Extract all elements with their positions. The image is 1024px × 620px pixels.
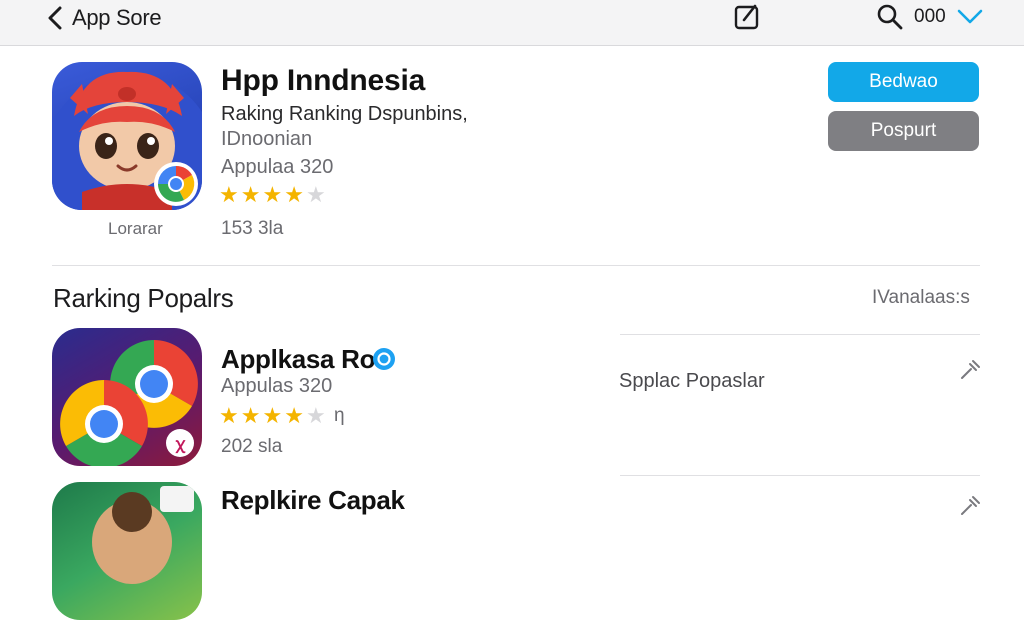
star-empty-icon: ★ xyxy=(305,182,326,207)
star-icon: ★ xyxy=(219,403,239,428)
row-app-icon[interactable]: ꭓ xyxy=(52,328,202,466)
mascot-illustration xyxy=(52,71,202,210)
star-icon: ★ xyxy=(240,182,261,207)
top-navigation-bar: App Sore 000 xyxy=(0,0,1024,46)
search-count: 000 xyxy=(914,6,946,27)
hero-rating-stars: ★ ★ ★ ★ ★ xyxy=(219,184,326,206)
hero-app-title[interactable]: Hpp Inndnesia xyxy=(221,64,425,98)
verified-badge-icon xyxy=(373,348,395,370)
compose-icon[interactable] xyxy=(732,2,762,32)
hero-subtitle: Raking Ranking Dspunbins, xyxy=(221,103,468,125)
back-label: App Sore xyxy=(72,5,162,30)
row-review-count: 202 sla xyxy=(221,436,283,457)
hero-meta: Appulaa 320 xyxy=(221,156,334,178)
hero-developer: IDnoonian xyxy=(221,128,313,150)
side-divider xyxy=(620,334,980,335)
star-icon: ★ xyxy=(262,403,283,428)
svg-text:ꭓ: ꭓ xyxy=(175,434,186,454)
chevron-down-icon[interactable] xyxy=(955,6,985,28)
row-app-title[interactable]: Replkire Capak xyxy=(221,485,405,516)
star-icon: ★ xyxy=(240,403,261,428)
row-rating-stars: ★ ★ ★ ★ ★ xyxy=(219,405,326,427)
star-icon: ★ xyxy=(262,182,283,207)
character-illustration xyxy=(92,486,194,584)
row-app-title[interactable]: Applkasa Ro xyxy=(221,344,375,375)
section-see-all-link[interactable]: IVanalaas:s xyxy=(872,287,970,309)
side-list-item[interactable]: Spplac Popaslar xyxy=(619,370,765,393)
search-icon[interactable] xyxy=(876,3,904,31)
star-empty-icon: ★ xyxy=(305,403,326,428)
secondary-action-button[interactable]: Pospurt xyxy=(828,111,979,151)
row-app-meta: Appulas 320 xyxy=(221,375,333,397)
back-button[interactable]: App Sore xyxy=(46,4,162,32)
primary-action-button[interactable]: Bedwao xyxy=(828,62,979,102)
star-icon: ★ xyxy=(284,182,304,207)
hero-caption: Lorarar xyxy=(108,219,163,238)
hero-review-count: 153 3la xyxy=(221,218,284,239)
row-app-icon[interactable] xyxy=(52,482,202,620)
row-rating-suffix: η xyxy=(334,405,345,426)
pin-icon[interactable] xyxy=(958,494,982,518)
star-icon: ★ xyxy=(284,403,304,428)
section-title: Rarking Popalrs xyxy=(53,283,234,313)
pin-icon[interactable] xyxy=(958,358,982,382)
chrome-logo-icon: ꭓ xyxy=(60,340,198,466)
side-divider xyxy=(620,475,980,476)
section-divider xyxy=(52,265,980,266)
hero-app-icon[interactable] xyxy=(52,62,202,210)
star-icon: ★ xyxy=(219,182,239,207)
chevron-left-icon xyxy=(48,6,62,30)
